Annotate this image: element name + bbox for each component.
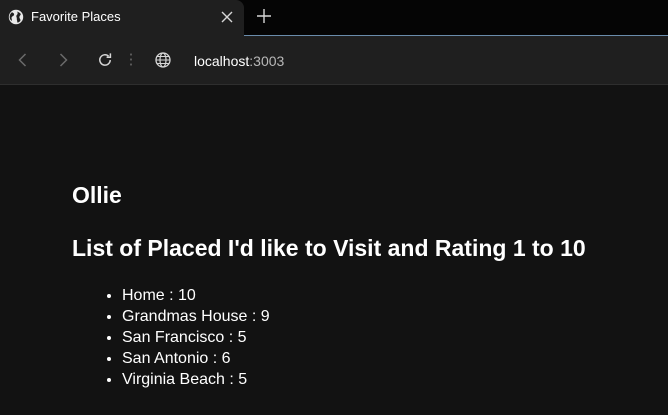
tab-favorite-places[interactable]: Favorite Places bbox=[0, 0, 244, 36]
list-item: San Antonio : 6 bbox=[122, 348, 270, 369]
back-arrow-icon[interactable] bbox=[13, 50, 33, 70]
forward-arrow-icon[interactable] bbox=[53, 50, 73, 70]
tab-title: Favorite Places bbox=[31, 9, 121, 24]
globe-favicon-icon bbox=[8, 9, 24, 25]
places-list: Home : 10 Grandmas House : 9 San Francis… bbox=[102, 285, 270, 390]
browser-toolbar: localhost:3003 bbox=[0, 36, 668, 85]
close-tab-icon[interactable] bbox=[216, 6, 238, 28]
list-item: Virginia Beach : 5 bbox=[122, 369, 270, 390]
address-bar[interactable]: localhost:3003 bbox=[194, 52, 284, 70]
new-tab-plus-icon[interactable] bbox=[252, 4, 276, 28]
page-heading-list-title: List of Placed I'd like to Visit and Rat… bbox=[72, 235, 586, 261]
url-port: :3003 bbox=[249, 53, 285, 69]
refresh-icon[interactable] bbox=[95, 50, 115, 70]
list-item: Home : 10 bbox=[122, 285, 270, 306]
site-info-globe-icon[interactable] bbox=[153, 50, 173, 70]
url-host: localhost bbox=[194, 53, 250, 69]
tab-strip: Favorite Places bbox=[0, 0, 668, 36]
list-item: San Francisco : 5 bbox=[122, 327, 270, 348]
toolbar-separator bbox=[130, 52, 132, 68]
page-heading-name: Ollie bbox=[72, 182, 122, 208]
list-item: Grandmas House : 9 bbox=[122, 306, 270, 327]
